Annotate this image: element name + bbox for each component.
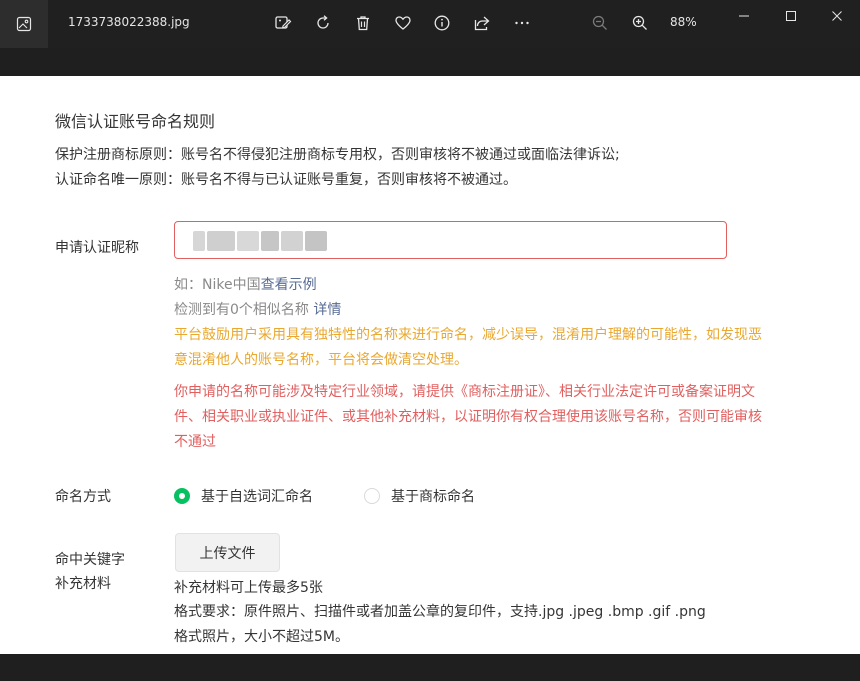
naming-option-vocabulary[interactable]: 基于自选词汇命名 bbox=[174, 486, 313, 506]
zoom-out-button[interactable] bbox=[589, 12, 611, 34]
radio-checked-icon bbox=[174, 488, 190, 504]
nickname-input[interactable] bbox=[174, 221, 727, 259]
viewer-background-top bbox=[0, 48, 860, 76]
size-limit-note: 格式照片，大小不超过5M。 bbox=[174, 629, 349, 645]
radio-unchecked-icon bbox=[364, 488, 380, 504]
view-example-link[interactable]: 查看示例 bbox=[261, 277, 317, 293]
uniqueness-rule: 认证命名唯一原则：账号名不得与已认证账号重复，否则审核将不被通过。 bbox=[55, 172, 517, 188]
minimize-icon bbox=[739, 15, 749, 17]
upload-file-button[interactable]: 上传文件 bbox=[175, 533, 280, 572]
naming-option-label: 基于自选词汇命名 bbox=[201, 489, 313, 505]
similar-details-link[interactable]: 详情 bbox=[313, 302, 341, 318]
info-icon bbox=[434, 15, 450, 31]
info-button[interactable] bbox=[431, 12, 453, 34]
image-canvas: 微信认证账号命名规则 保护注册商标原则：账号名不得侵犯注册商标专用权，否则审核将… bbox=[0, 76, 860, 654]
minimize-button[interactable] bbox=[734, 6, 754, 26]
nickname-example: 如：Nike中国查看示例 bbox=[174, 274, 317, 294]
close-icon bbox=[832, 11, 842, 21]
maximize-icon bbox=[786, 11, 796, 21]
photo-viewer-titlebar: 1733738022388.jpg 88% bbox=[0, 0, 860, 48]
page-title: 微信认证账号命名规则 bbox=[55, 112, 216, 131]
close-button[interactable] bbox=[827, 6, 847, 26]
trademark-rule: 保护注册商标原则：账号名不得侵犯注册商标专用权，否则审核将不被通过或面临法律诉讼… bbox=[55, 147, 620, 163]
maximize-button[interactable] bbox=[781, 6, 801, 26]
more-button[interactable] bbox=[511, 12, 533, 34]
naming-method-label: 命名方式 bbox=[55, 489, 111, 505]
similar-names-text: 检测到有0个相似名称 bbox=[174, 302, 309, 318]
upload-limit-note: 补充材料可上传最多5张 bbox=[174, 580, 323, 596]
naming-option-trademark[interactable]: 基于商标命名 bbox=[364, 486, 475, 506]
example-prefix: 如：Nike中国 bbox=[174, 277, 261, 293]
delete-icon bbox=[357, 16, 369, 31]
favorite-icon bbox=[395, 16, 411, 30]
viewer-background-bottom bbox=[0, 654, 860, 681]
rotate-button[interactable] bbox=[312, 12, 334, 34]
blurred-nickname bbox=[193, 231, 327, 251]
format-requirement-note: 格式要求：原件照片、扫描件或者加盖公章的复印件，支持.jpg .jpeg .bm… bbox=[174, 604, 706, 620]
photos-app-icon[interactable] bbox=[0, 0, 48, 48]
favorite-button[interactable] bbox=[392, 12, 414, 34]
zoom-out-icon bbox=[592, 15, 607, 30]
more-icon bbox=[515, 21, 529, 25]
edit-image-button[interactable] bbox=[272, 12, 294, 34]
share-icon bbox=[474, 16, 490, 31]
file-name: 1733738022388.jpg bbox=[68, 15, 190, 29]
zoom-level[interactable]: 88% bbox=[670, 15, 697, 29]
delete-button[interactable] bbox=[352, 12, 374, 34]
zoom-in-icon bbox=[632, 15, 647, 30]
naming-option-label: 基于商标命名 bbox=[391, 489, 475, 505]
similar-names: 检测到有0个相似名称 详情 bbox=[174, 299, 341, 319]
rotate-icon bbox=[317, 15, 329, 29]
industry-warning-notice: 你申请的名称可能涉及特定行业领域，请提供《商标注册证》、相关行业法定许可或备案证… bbox=[174, 384, 762, 450]
naming-encouragement-notice: 平台鼓励用户采用具有独特性的名称来进行命名，减少误导，混淆用户理解的可能性，如发… bbox=[174, 327, 762, 368]
nickname-label: 申请认证昵称 bbox=[55, 240, 139, 256]
zoom-in-button[interactable] bbox=[629, 12, 651, 34]
keyword-material-label: 命中关键字补充材料 bbox=[55, 552, 125, 592]
edit-image-icon bbox=[275, 16, 292, 29]
share-button[interactable] bbox=[471, 12, 493, 34]
image-icon bbox=[16, 16, 32, 32]
